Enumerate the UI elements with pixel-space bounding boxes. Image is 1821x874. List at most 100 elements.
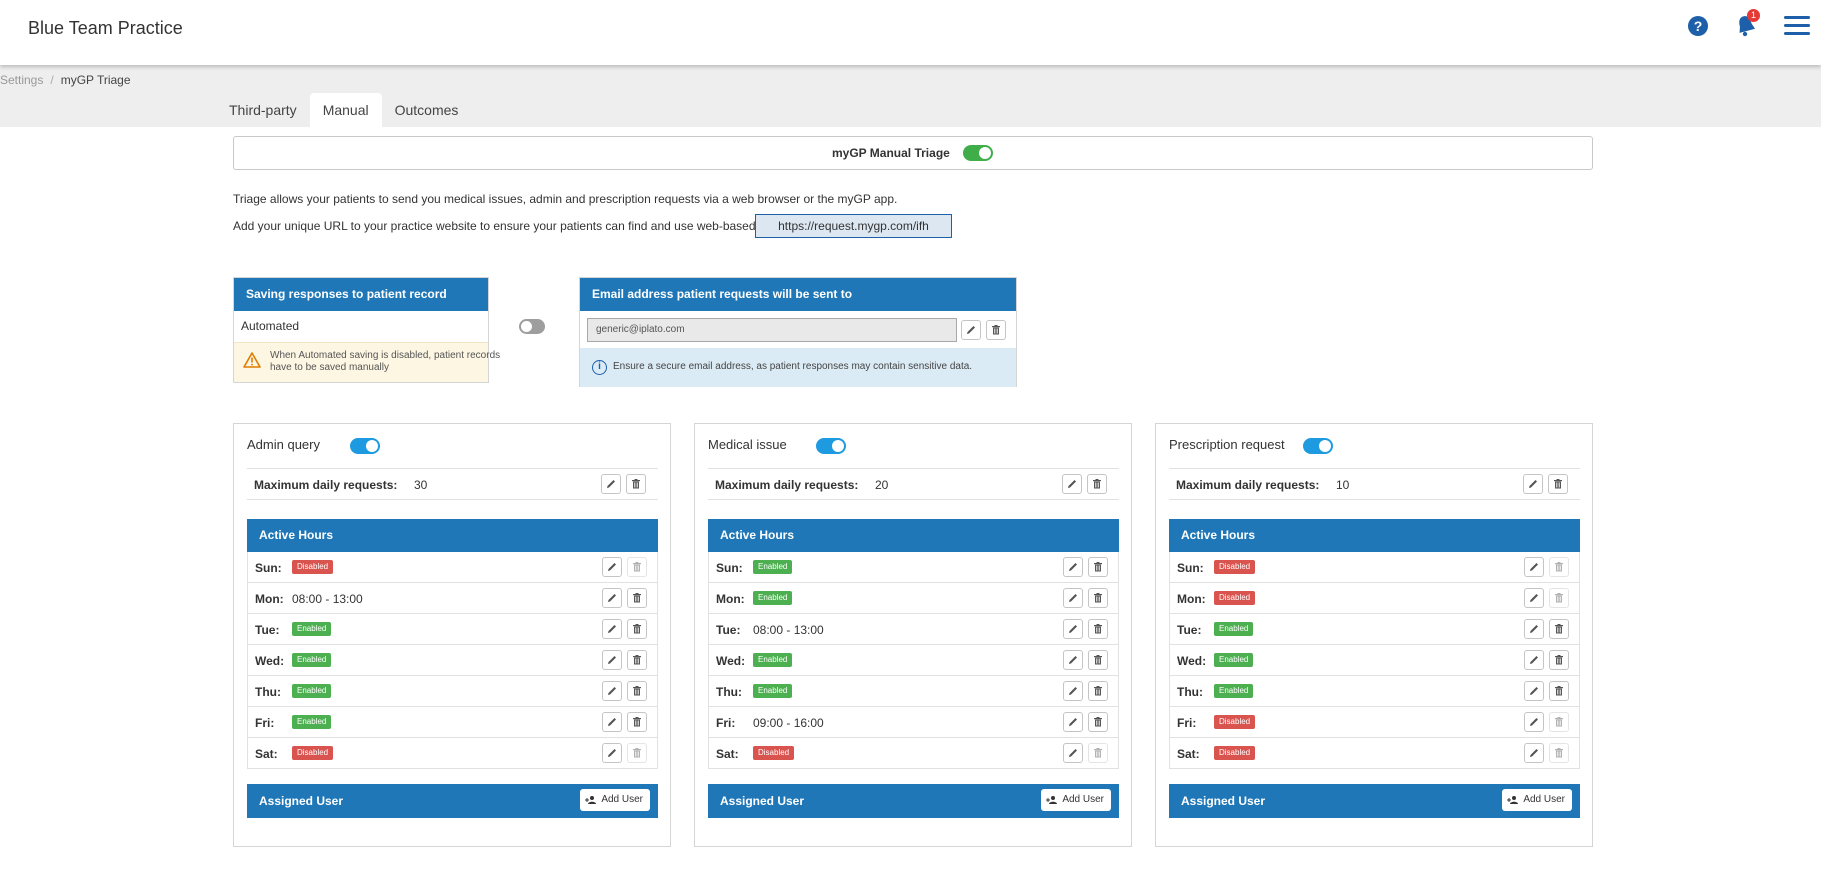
delete-hours-button[interactable] — [627, 557, 647, 577]
edit-hours-button[interactable] — [602, 743, 622, 763]
edit-hours-button[interactable] — [1063, 650, 1083, 670]
pencil-icon — [608, 594, 616, 602]
delete-hours-button[interactable] — [1088, 588, 1108, 608]
edit-hours-button[interactable] — [602, 681, 622, 701]
hours-row: Fri: Disabled — [1169, 707, 1580, 738]
delete-hours-button[interactable] — [1088, 650, 1108, 670]
hours-row: Tue: Enabled — [1169, 614, 1580, 645]
saving-panel-title: Saving responses to patient record — [234, 278, 488, 311]
delete-hours-button[interactable] — [627, 650, 647, 670]
edit-hours-button[interactable] — [602, 712, 622, 732]
delete-hours-button[interactable] — [1088, 681, 1108, 701]
trash-icon — [1555, 655, 1563, 665]
day-label: Tue: — [716, 623, 741, 637]
edit-hours-button[interactable] — [1063, 712, 1083, 732]
max-daily-value: 10 — [1336, 478, 1350, 492]
edit-hours-button[interactable] — [1063, 588, 1083, 608]
add-user-button[interactable]: Add User — [580, 789, 650, 811]
automated-row: Automated — [234, 311, 545, 341]
delete-hours-button[interactable] — [627, 588, 647, 608]
edit-hours-button[interactable] — [1524, 681, 1544, 701]
edit-hours-button[interactable] — [602, 650, 622, 670]
edit-hours-button[interactable] — [1524, 650, 1544, 670]
edit-hours-button[interactable] — [1063, 557, 1083, 577]
delete-max-button[interactable] — [1087, 474, 1107, 494]
status-badge: Enabled — [292, 684, 332, 698]
pencil-icon — [1068, 480, 1076, 488]
status-badge: Enabled — [1214, 622, 1254, 636]
delete-max-button[interactable] — [1548, 474, 1568, 494]
edit-hours-button[interactable] — [1524, 557, 1544, 577]
day-label: Fri: — [716, 716, 736, 730]
trash-icon — [1554, 479, 1562, 489]
email-field[interactable]: generic@iplato.com — [587, 318, 957, 342]
delete-hours-button[interactable] — [1549, 619, 1569, 639]
edit-hours-button[interactable] — [602, 557, 622, 577]
delete-hours-button[interactable] — [1549, 557, 1569, 577]
email-row: generic@iplato.com — [580, 311, 1016, 348]
delete-hours-button[interactable] — [1549, 650, 1569, 670]
edit-hours-button[interactable] — [1063, 619, 1083, 639]
pencil-icon — [1530, 625, 1538, 633]
delete-hours-button[interactable] — [1088, 557, 1108, 577]
edit-hours-button[interactable] — [1524, 588, 1544, 608]
tab-third-party[interactable]: Third-party — [216, 93, 310, 127]
manual-triage-label: myGP Manual Triage — [832, 146, 950, 160]
delete-hours-button[interactable] — [627, 712, 647, 732]
day-label: Wed: — [716, 654, 746, 668]
automated-toggle[interactable] — [519, 319, 545, 334]
hours-row: Sat: Disabled — [708, 738, 1119, 769]
help-icon[interactable]: ? — [1688, 16, 1708, 36]
edit-hours-button[interactable] — [1063, 743, 1083, 763]
edit-hours-button[interactable] — [1524, 712, 1544, 732]
category-toggle[interactable] — [1303, 438, 1333, 454]
delete-hours-button[interactable] — [627, 619, 647, 639]
delete-hours-button[interactable] — [1088, 712, 1108, 732]
trash-icon — [1555, 717, 1563, 727]
delete-hours-button[interactable] — [1088, 619, 1108, 639]
delete-hours-button[interactable] — [627, 743, 647, 763]
category-title: Admin query — [247, 437, 320, 452]
delete-hours-button[interactable] — [1549, 743, 1569, 763]
max-daily-row: Maximum daily requests: 20 — [708, 468, 1119, 500]
delete-hours-button[interactable] — [1549, 712, 1569, 732]
tab-manual[interactable]: Manual — [309, 93, 382, 127]
breadcrumb-settings[interactable]: Settings — [0, 73, 43, 87]
hours-row: Fri: Enabled — [247, 707, 658, 738]
email-edit-button[interactable] — [961, 320, 981, 340]
max-daily-row: Maximum daily requests: 10 — [1169, 468, 1580, 500]
edit-max-button[interactable] — [1523, 474, 1543, 494]
trash-icon — [633, 624, 641, 634]
delete-max-button[interactable] — [626, 474, 646, 494]
add-user-button[interactable]: Add User — [1041, 789, 1111, 811]
email-panel-title: Email address patient requests will be s… — [580, 278, 1016, 311]
hours-row: Wed: Enabled — [708, 645, 1119, 676]
tab-outcomes[interactable]: Outcomes — [382, 93, 472, 127]
status-badge: Disabled — [1214, 560, 1256, 574]
edit-hours-button[interactable] — [1524, 619, 1544, 639]
add-user-button[interactable]: Add User — [1502, 789, 1572, 811]
pencil-icon — [1530, 656, 1538, 664]
edit-hours-button[interactable] — [602, 588, 622, 608]
active-hours-title: Active Hours — [1169, 519, 1580, 552]
delete-hours-button[interactable] — [1549, 681, 1569, 701]
trash-icon — [1094, 655, 1102, 665]
edit-hours-button[interactable] — [1524, 743, 1544, 763]
edit-hours-button[interactable] — [602, 619, 622, 639]
triage-url-field[interactable]: https://request.mygp.com/ifh — [755, 214, 952, 238]
hamburger-menu-icon[interactable] — [1784, 16, 1810, 36]
manual-triage-toggle[interactable] — [963, 145, 993, 161]
day-label: Wed: — [255, 654, 285, 668]
delete-hours-button[interactable] — [1088, 743, 1108, 763]
active-hours-title: Active Hours — [708, 519, 1119, 552]
edit-max-button[interactable] — [601, 474, 621, 494]
category-toggle[interactable] — [350, 438, 380, 454]
max-daily-label: Maximum daily requests: — [1176, 478, 1320, 492]
pencil-icon — [1069, 625, 1077, 633]
edit-hours-button[interactable] — [1063, 681, 1083, 701]
category-toggle[interactable] — [816, 438, 846, 454]
edit-max-button[interactable] — [1062, 474, 1082, 494]
delete-hours-button[interactable] — [627, 681, 647, 701]
email-delete-button[interactable] — [986, 320, 1006, 340]
delete-hours-button[interactable] — [1549, 588, 1569, 608]
